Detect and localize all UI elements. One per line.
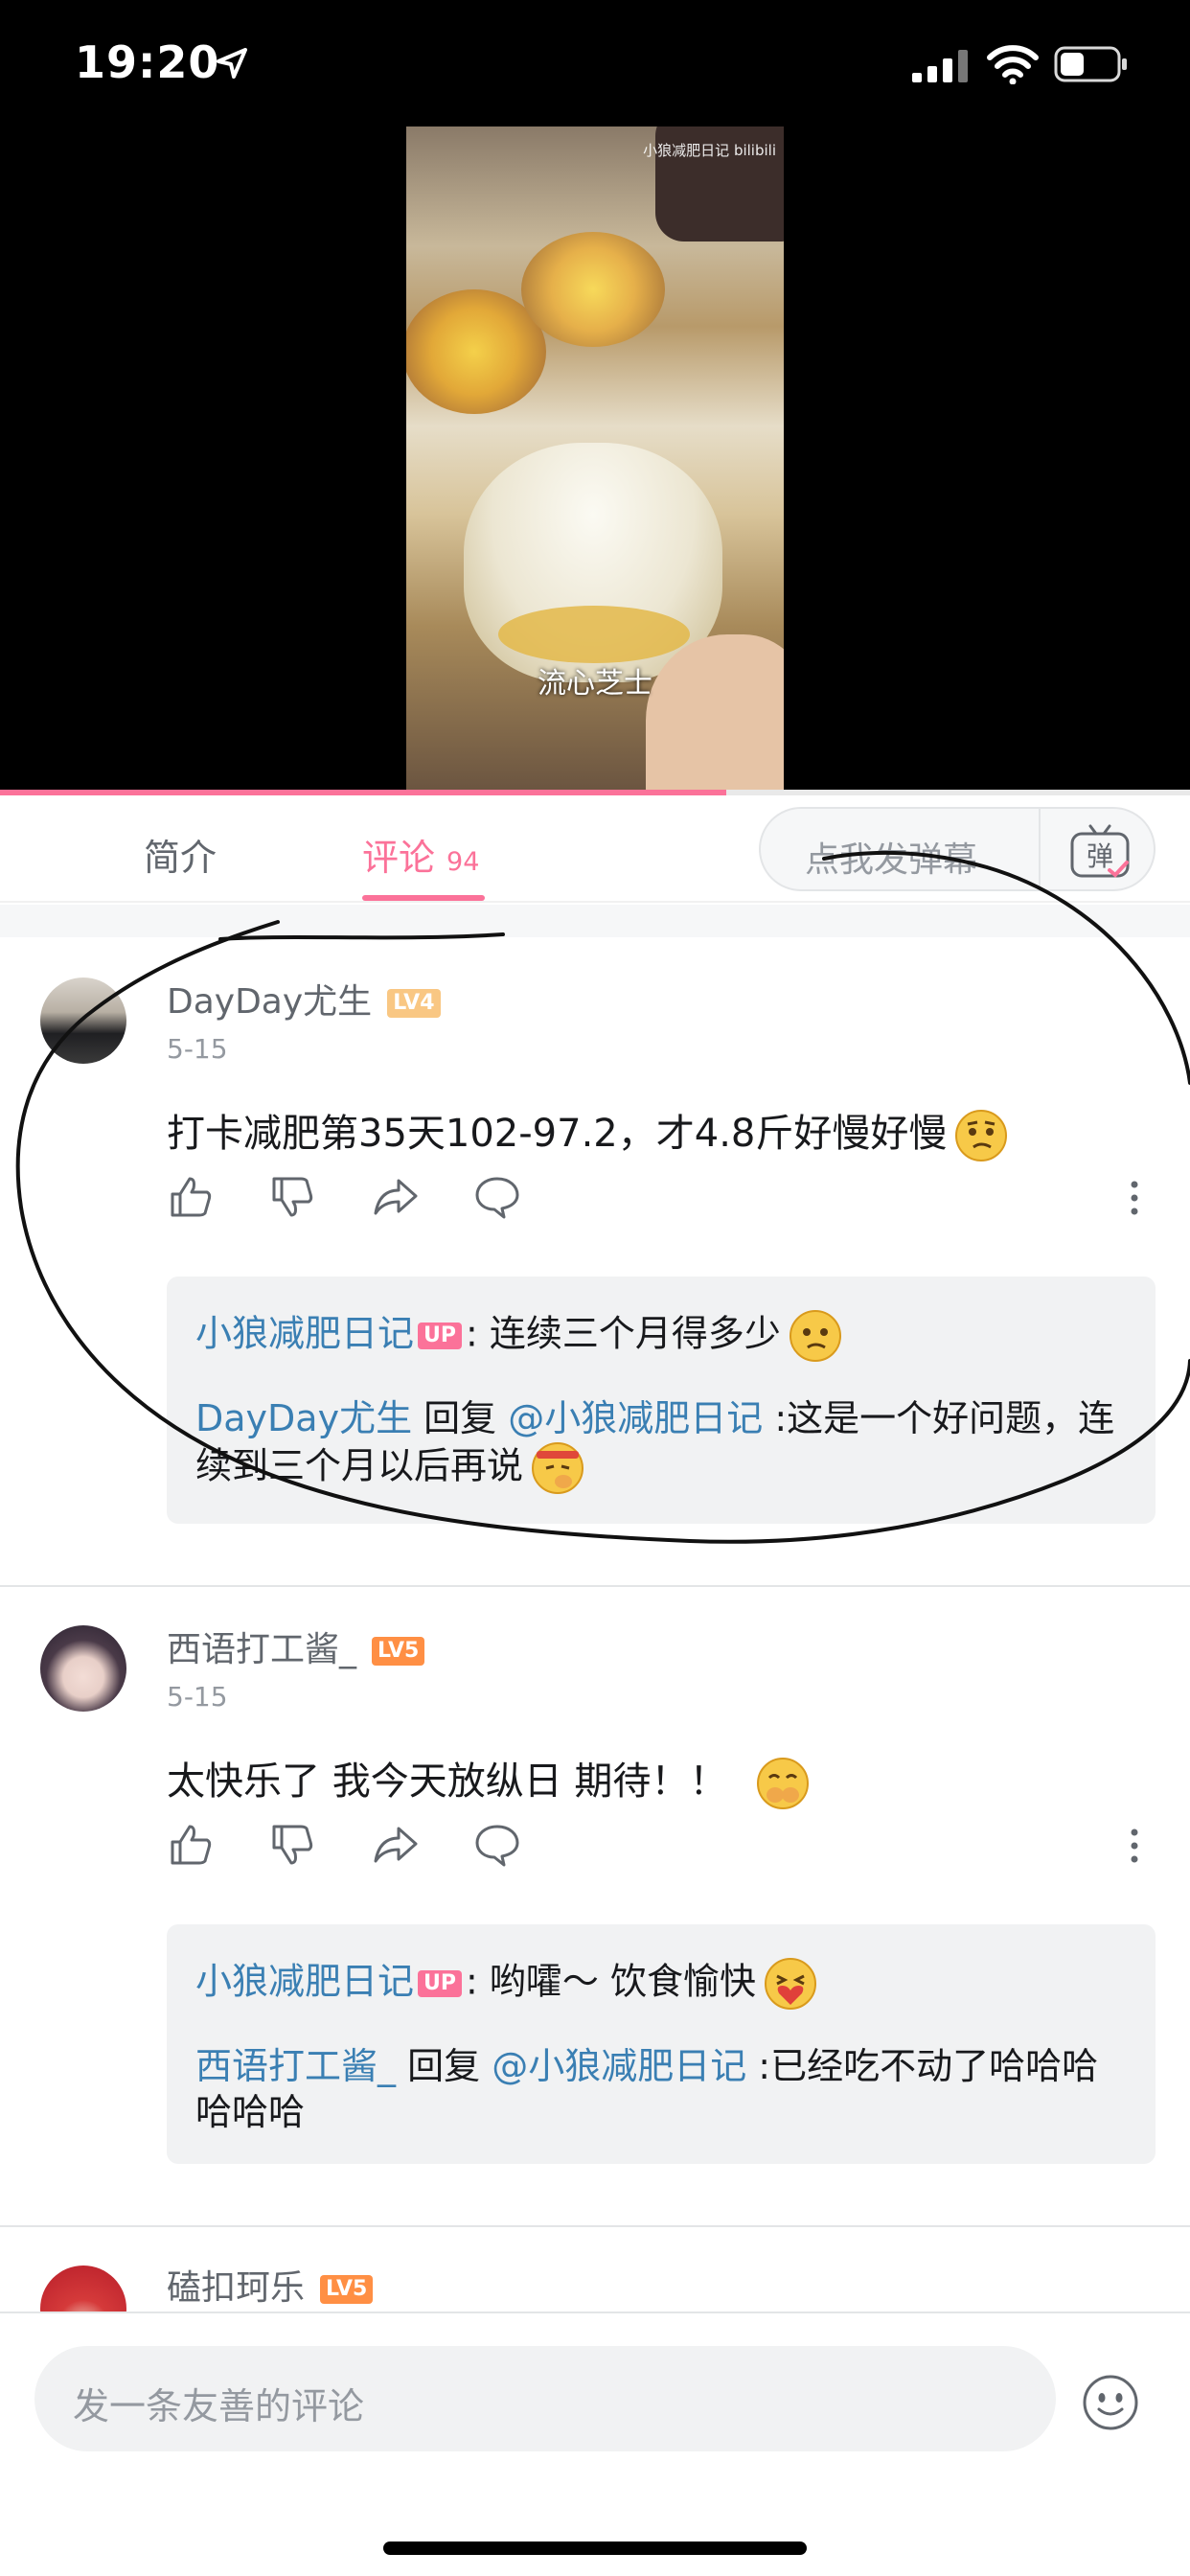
level-badge: LV4 bbox=[387, 989, 441, 1018]
reply-box[interactable]: 小狼减肥日记 UP: 哟嚯～ 饮食愉快 西语打工酱_ 回复 @小狼减肥日记 :已经… bbox=[167, 1924, 1156, 2164]
more-options-icon[interactable] bbox=[1125, 1179, 1144, 1217]
reply-username[interactable]: 西语打工酱_ bbox=[195, 2045, 396, 2087]
danmaku-input-box[interactable]: 点我发弹幕 弹 bbox=[759, 807, 1156, 891]
comment-text: 打卡减肥第35天102-97.2，才4.8斤好慢好慢 bbox=[167, 1102, 1008, 1162]
username-text: 西语打工酱_ bbox=[167, 1630, 357, 1669]
reply-item: DayDay尤生 回复 @小狼减肥日记 :这是一个好问题，连续到三个月以后再说 bbox=[195, 1395, 1127, 1495]
wifi-icon bbox=[987, 45, 1039, 84]
reply-username[interactable]: 小狼减肥日记 bbox=[195, 1313, 414, 1355]
hands-over-mouth-emoji bbox=[757, 1758, 810, 1809]
reply-mention[interactable]: @小狼减肥日记 bbox=[492, 2045, 746, 2087]
comment-username[interactable]: DayDay尤生 LV4 bbox=[167, 974, 441, 1024]
danmaku-input[interactable]: 点我发弹幕 bbox=[805, 832, 977, 882]
dislike-icon[interactable] bbox=[268, 1173, 316, 1221]
reply-text: 哟嚯～ 饮食愉快 bbox=[477, 1960, 756, 2003]
shushing-face-emoji bbox=[532, 1442, 584, 1494]
video-frame[interactable]: 小狼减肥日记 bilibili 流心芝士 bbox=[406, 126, 784, 794]
home-indicator bbox=[383, 2542, 807, 2555]
like-icon[interactable] bbox=[167, 1821, 215, 1869]
share-icon[interactable] bbox=[372, 1173, 420, 1221]
tab-bar: 简介 评论 94 点我发弹幕 弹 bbox=[0, 795, 1190, 903]
comment-date: 5-15 bbox=[167, 1033, 228, 1065]
comment-text-content: 打卡减肥第35天102-97.2，才4.8斤好慢好慢 bbox=[167, 1112, 948, 1156]
section-separator bbox=[0, 905, 1190, 937]
username-text: 磕扣珂乐 bbox=[167, 2268, 306, 2308]
comment-text-content: 太快乐了 我今天放纵日 期待！！ bbox=[167, 1760, 728, 1804]
more-options-icon[interactable] bbox=[1125, 1827, 1144, 1865]
reply-bubble-icon[interactable] bbox=[473, 1173, 521, 1221]
level-badge: LV5 bbox=[320, 2275, 374, 2304]
comment-input-placeholder: 发一条友善的评论 bbox=[73, 2385, 365, 2427]
app-screen: 19:20 小狼减肥日记 bilibili 流心芝士 简介 评论 94 点我发弹… bbox=[0, 0, 1190, 2576]
comments-count: 94 bbox=[446, 847, 480, 877]
comment-item: 西语打工酱_ LV5 5-15 太快乐了 我今天放纵日 期待！！ 小狼减肥日记 UP… bbox=[0, 1587, 1190, 2227]
reply-box[interactable]: 小狼减肥日记 UP: 连续三个月得多少 DayDay尤生 回复 @小狼减肥日记 :… bbox=[167, 1276, 1156, 1524]
danmaku-divider bbox=[1039, 809, 1041, 891]
heart-hug-emoji bbox=[765, 1958, 816, 2010]
comment-item: 磕扣珂乐 LV5 bbox=[0, 2227, 1190, 2312]
avatar[interactable] bbox=[40, 978, 126, 1064]
reply-username[interactable]: DayDay尤生 bbox=[195, 1397, 412, 1439]
avatar[interactable] bbox=[40, 1625, 126, 1712]
up-badge: UP bbox=[418, 1970, 463, 1997]
reply-bubble-icon[interactable] bbox=[473, 1821, 521, 1869]
reply-text: 连续三个月得多少 bbox=[477, 1312, 781, 1355]
comment-date: 5-15 bbox=[167, 1681, 228, 1713]
reply-word: 回复 bbox=[396, 2045, 492, 2087]
reply-separator: : bbox=[466, 1312, 478, 1355]
level-badge: LV5 bbox=[372, 1637, 425, 1666]
reply-username[interactable]: 小狼减肥日记 bbox=[195, 1961, 414, 2003]
tab-intro[interactable]: 简介 bbox=[144, 828, 217, 881]
reply-separator: : bbox=[466, 1960, 478, 2003]
active-tab-indicator bbox=[362, 895, 485, 901]
reply-word: 回复 bbox=[412, 1397, 509, 1439]
comment-username[interactable]: 磕扣珂乐 LV5 bbox=[167, 2260, 374, 2310]
like-icon[interactable] bbox=[167, 1173, 215, 1221]
location-arrow-icon bbox=[217, 48, 247, 79]
tab-comments-label: 评论 bbox=[362, 837, 436, 879]
battery-icon bbox=[1054, 46, 1127, 82]
reply-item: 西语打工酱_ 回复 @小狼减肥日记 :已经吃不动了哈哈哈哈哈哈 bbox=[195, 2043, 1127, 2135]
reply-mention[interactable]: @小狼减肥日记 bbox=[508, 1397, 763, 1439]
pastry-filling bbox=[498, 606, 690, 663]
reply-item: 小狼减肥日记 UP: 连续三个月得多少 bbox=[195, 1309, 1127, 1363]
tab-comments[interactable]: 评论 94 bbox=[362, 828, 479, 881]
tart-image bbox=[521, 232, 665, 347]
video-subtitle: 流心芝士 bbox=[538, 667, 652, 701]
cellular-signal-icon bbox=[912, 50, 968, 82]
reply-item: 小狼减肥日记 UP: 哟嚯～ 饮食愉快 bbox=[195, 1957, 1127, 2011]
danmaku-button-label: 弹 bbox=[1087, 840, 1113, 872]
thinking-face-emoji bbox=[955, 1110, 1008, 1162]
video-player[interactable]: 小狼减肥日记 bilibili 流心芝士 bbox=[0, 126, 1190, 794]
comment-item: DayDay尤生 LV4 5-15 打卡减肥第35天102-97.2，才4.8斤好… bbox=[0, 937, 1190, 1585]
danmaku-toggle-icon[interactable]: 弹 bbox=[1069, 822, 1131, 880]
video-watermark: 小狼减肥日记 bilibili bbox=[643, 142, 776, 159]
status-bar: 19:20 bbox=[0, 0, 1190, 126]
status-time: 19:20 bbox=[75, 36, 220, 88]
username-text: DayDay尤生 bbox=[167, 982, 373, 1022]
comment-input[interactable]: 发一条友善的评论 bbox=[34, 2346, 1056, 2451]
share-icon[interactable] bbox=[372, 1821, 420, 1869]
thinking-face-emoji bbox=[789, 1310, 841, 1362]
emoji-picker-icon[interactable] bbox=[1081, 2373, 1140, 2432]
up-badge: UP bbox=[418, 1322, 463, 1349]
avatar[interactable] bbox=[40, 2266, 126, 2312]
comment-username[interactable]: 西语打工酱_ LV5 bbox=[167, 1622, 425, 1671]
bottom-comment-bar: 发一条友善的评论 bbox=[0, 2312, 1190, 2576]
comment-text: 太快乐了 我今天放纵日 期待！！ bbox=[167, 1750, 810, 1810]
dislike-icon[interactable] bbox=[268, 1821, 316, 1869]
